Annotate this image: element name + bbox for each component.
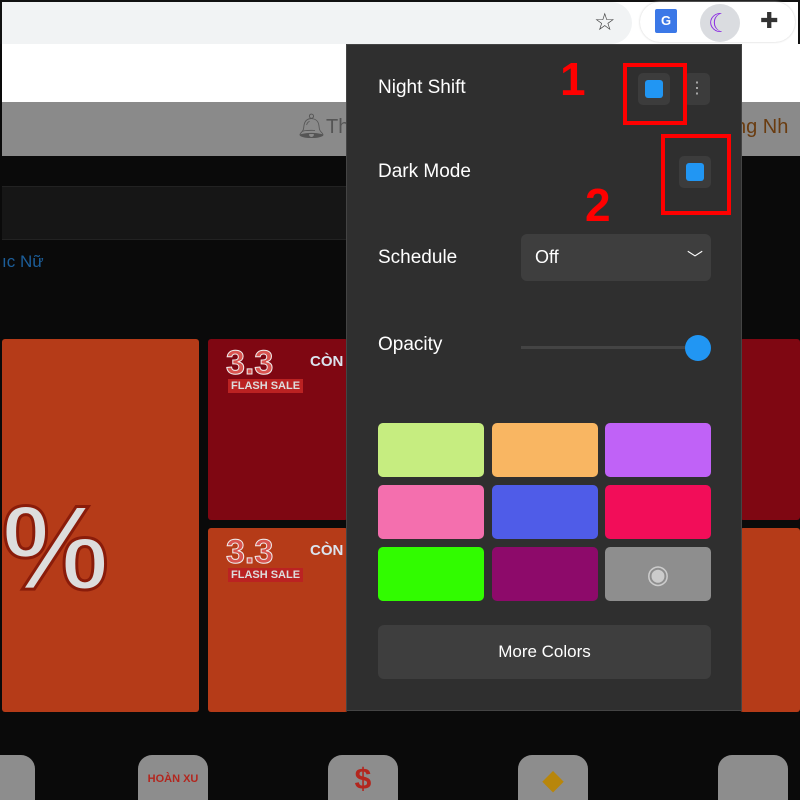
percent-graphic: % [1,480,111,617]
flash-sale-label: FLASH SALE [228,568,304,582]
dark-mode-label: Dark Mode [378,161,471,182]
con-label: CÒN [310,353,344,370]
puzzle-icon[interactable]: ✚ [760,8,778,34]
eye-icon: ◉ [646,559,670,589]
flash-number: 3.3 [225,344,274,383]
google-translate-icon[interactable]: G [655,9,677,33]
opacity-label: Opacity [378,334,443,355]
shortcut-tile[interactable] [0,755,35,800]
dollar-icon[interactable]: $ [328,755,398,800]
con-label: CÒN [310,542,344,559]
more-colors-button[interactable]: More Colors [378,625,711,679]
eye-preview-swatch[interactable]: ◉ [605,547,711,601]
color-swatch[interactable] [378,547,484,601]
night-shift-label: Night Shift [378,77,466,98]
schedule-label: Schedule [378,247,458,268]
flash-sale-banner[interactable]: 3.3 FLASH SALE CÒN [208,339,348,520]
category-link[interactable]: ıc Nữ [2,252,44,272]
opacity-slider[interactable] [521,346,701,349]
color-swatch[interactable] [378,485,484,539]
login-link[interactable]: ng Nh [735,116,788,139]
annotation-box-1 [623,63,687,125]
flash-sale-banner[interactable]: 3.3 FLASH SALE CÒN [208,528,348,712]
bookmark-star-icon[interactable]: ☆ [594,8,616,37]
shortcut-tile-hoan-xu[interactable]: HOÀN XU [138,755,208,800]
flash-sale-label: FLASH SALE [228,379,304,393]
promo-banner-right[interactable] [740,528,800,712]
schedule-select[interactable]: Off ﹀ [521,234,711,281]
more-options-icon[interactable]: ⋮ [684,73,710,105]
schedule-value: Off [535,247,559,267]
shortcut-tile[interactable] [718,755,788,800]
address-bar[interactable] [2,2,632,44]
annotation-number-2: 2 [585,179,611,231]
color-swatch[interactable] [491,547,598,601]
color-swatch[interactable] [378,423,484,477]
bell-icon[interactable]: 🔔︎ [296,112,326,141]
search-bar[interactable] [2,186,347,240]
promo-banner-main[interactable]: % [1,339,199,712]
opacity-slider-thumb[interactable] [685,335,711,361]
color-swatch[interactable] [605,485,711,539]
moon-icon: ☾ [708,8,732,38]
promo-banner-right[interactable] [740,339,800,520]
color-swatch[interactable] [491,485,598,539]
annotation-box-2 [661,134,731,215]
color-swatch[interactable] [491,423,598,477]
diamond-icon[interactable]: ◆ [518,755,588,800]
flash-number: 3.3 [225,533,274,572]
annotation-number-1: 1 [560,53,586,105]
color-swatch[interactable] [605,423,711,477]
chevron-down-icon: ﹀ [686,251,703,268]
